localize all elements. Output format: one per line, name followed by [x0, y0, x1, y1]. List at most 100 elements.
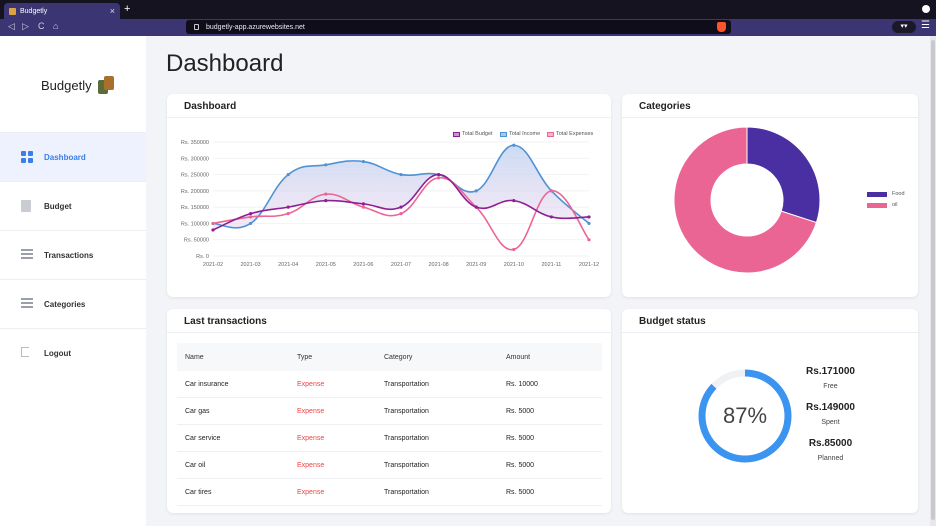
- cell-name: Car gas: [185, 407, 210, 415]
- sidebar-item-budget[interactable]: Budget: [0, 181, 146, 230]
- donut-slice-food: [746, 126, 821, 224]
- table-row[interactable]: Car gas Expense Transportation Rs. 5000: [177, 398, 602, 425]
- back-icon[interactable]: ◁: [8, 21, 15, 32]
- card-title: Last transactions: [167, 309, 611, 333]
- cell-type: Expense: [297, 434, 325, 442]
- cell-type: Expense: [297, 488, 325, 496]
- brand[interactable]: Budgetly: [41, 76, 114, 94]
- legend-item-oil[interactable]: oil: [867, 202, 898, 208]
- cell-type: Expense: [297, 407, 325, 415]
- column-header[interactable]: Name: [177, 354, 297, 361]
- transactions-table: Name Type Category Amount Car insurance …: [177, 343, 602, 506]
- sidebar-item-label: Dashboard: [44, 152, 86, 162]
- x-tick-label: 2021-10: [504, 262, 524, 268]
- sidebar-item-dashboard[interactable]: Dashboard: [0, 132, 146, 181]
- document-icon: [21, 200, 31, 212]
- data-point: [249, 221, 253, 226]
- spent-label: Spent: [821, 419, 840, 426]
- cell-category: Transportation: [384, 407, 429, 415]
- table-row[interactable]: Car service Expense Transportation Rs. 5…: [177, 425, 602, 452]
- y-tick-label: Rs. 150000: [181, 205, 209, 211]
- url-text: budgetly-app.azurewebsites.net: [206, 23, 305, 31]
- data-point: [249, 212, 253, 216]
- cell-amount: Rs. 5000: [506, 488, 535, 496]
- cell-category: Transportation: [384, 434, 429, 442]
- cell-name: Car service: [185, 434, 221, 442]
- x-tick-label: 2021-05: [316, 262, 336, 268]
- sidebar-item-transactions[interactable]: Transactions: [0, 230, 146, 279]
- categories-card: Categories Food oil: [622, 94, 918, 297]
- budget-status-card: Budget status 87% Rs.171000 Free Rs.1490…: [622, 309, 918, 513]
- profile-icon[interactable]: [922, 5, 930, 13]
- data-point: [437, 176, 441, 180]
- y-tick-label: Rs. 300000: [181, 156, 209, 162]
- dashboard-grid-icon: [21, 151, 33, 163]
- y-tick-label: Rs. 350000: [181, 140, 209, 146]
- data-point: [587, 238, 591, 242]
- data-point: [286, 172, 290, 177]
- legend-swatch: [867, 191, 887, 197]
- data-point: [286, 205, 290, 209]
- menu-icon[interactable]: ☰: [921, 20, 930, 31]
- x-tick-label: 2021-12: [579, 262, 599, 268]
- address-bar: ◁ ▷ C ⌂ ▯ budgetly-app.azurewebsites.net…: [0, 19, 936, 36]
- cell-amount: Rs. 5000: [506, 461, 535, 469]
- extensions-button[interactable]: ▾▾: [892, 21, 916, 33]
- sidebar-item-label: Logout: [44, 348, 72, 358]
- data-point: [249, 215, 253, 219]
- cell-category: Transportation: [384, 488, 429, 496]
- data-point: [512, 143, 516, 147]
- forward-icon[interactable]: ▷: [22, 21, 29, 32]
- cell-name: Car insurance: [185, 380, 229, 388]
- data-point: [324, 163, 328, 167]
- x-tick-label: 2021-06: [353, 262, 373, 268]
- url-field[interactable]: budgetly-app.azurewebsites.net: [186, 20, 731, 34]
- new-tab-button[interactable]: +: [124, 3, 130, 15]
- x-tick-label: 2021-09: [466, 262, 486, 268]
- sidebar-item-categories[interactable]: Categories: [0, 279, 146, 328]
- legend-label: oil: [892, 202, 898, 208]
- data-point: [587, 221, 591, 226]
- y-tick-label: Rs. 100000: [181, 221, 209, 227]
- data-point: [399, 205, 403, 209]
- x-tick-label: 2021-04: [278, 262, 298, 268]
- data-point: [361, 159, 365, 164]
- free-value: Rs.171000: [806, 366, 855, 377]
- cell-category: Transportation: [384, 461, 429, 469]
- sidebar-item-label: Budget: [44, 201, 72, 211]
- cell-name: Car tires: [185, 488, 212, 496]
- table-row[interactable]: Car insurance Expense Transportation Rs.…: [177, 371, 602, 398]
- scrollbar-thumb[interactable]: [931, 40, 935, 520]
- transactions-card: Last transactions Name Type Category Amo…: [167, 309, 611, 513]
- legend-label: Food: [892, 191, 905, 197]
- cell-type: Expense: [297, 461, 325, 469]
- line-chart: Rs. 0 Rs. 50000 Rs. 100000 Rs. 150000 Rs. 20…: [181, 140, 599, 268]
- y-tick-label: Rs. 200000: [181, 189, 209, 195]
- planned-label: Planned: [817, 455, 844, 462]
- data-point: [361, 202, 365, 206]
- data-point: [211, 228, 215, 232]
- browser-tab[interactable]: Budgetly ×: [4, 3, 120, 19]
- column-header[interactable]: Amount: [506, 354, 602, 361]
- home-icon[interactable]: ⌂: [53, 21, 58, 31]
- brave-shield-icon[interactable]: [717, 22, 726, 32]
- sidebar-item-logout[interactable]: Logout: [0, 328, 146, 377]
- brand-name: Budgetly: [41, 77, 92, 93]
- column-header[interactable]: Type: [297, 354, 384, 361]
- list-icon: [21, 249, 33, 259]
- y-tick-label: Rs. 250000: [181, 173, 209, 179]
- tab-title: Budgetly: [20, 7, 48, 15]
- cell-name: Car oil: [185, 461, 206, 469]
- y-tick-label: Rs. 0: [196, 254, 209, 260]
- tab-close-icon[interactable]: ×: [110, 6, 115, 16]
- data-point: [587, 215, 591, 219]
- table-row[interactable]: Car tires Expense Transportation Rs. 500…: [177, 479, 602, 506]
- cell-amount: Rs. 10000: [506, 380, 538, 388]
- budget-percent: 87%: [722, 403, 768, 428]
- reload-icon[interactable]: C: [38, 21, 45, 31]
- table-row[interactable]: Car oil Expense Transportation Rs. 5000: [177, 452, 602, 479]
- data-point: [324, 199, 328, 203]
- legend-item-food[interactable]: Food: [867, 191, 905, 197]
- data-point: [549, 215, 553, 219]
- column-header[interactable]: Category: [384, 354, 506, 361]
